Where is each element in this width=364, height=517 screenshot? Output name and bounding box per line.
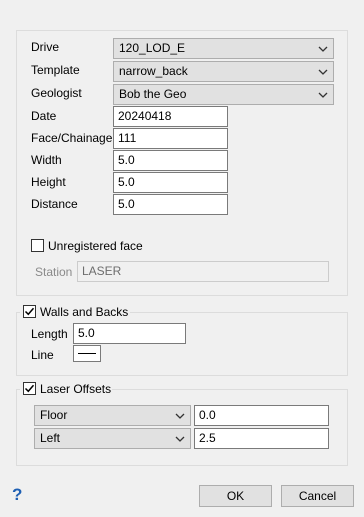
chevron-down-icon (317, 39, 329, 58)
width-label: Width (31, 153, 62, 167)
width-field[interactable]: 5.0 (113, 150, 228, 171)
length-label: Length (31, 327, 68, 341)
geologist-label: Geologist (31, 86, 82, 100)
line-style-swatch[interactable] (73, 345, 101, 362)
laser-offset-direction-select[interactable]: Left (34, 428, 191, 449)
chevron-down-icon (317, 62, 329, 81)
distance-label: Distance (31, 197, 78, 211)
laser-offsets-label: Laser Offsets (40, 382, 112, 396)
unregistered-face-checkbox[interactable] (31, 239, 44, 252)
walls-and-backs-checkbox[interactable] (23, 305, 36, 318)
laser-offset-direction-select[interactable]: Floor (34, 405, 191, 426)
face-chainage-field[interactable]: 111 (113, 128, 228, 149)
checkmark-icon (24, 307, 35, 316)
line-style-sample (78, 353, 96, 354)
distance-field[interactable]: 5.0 (113, 194, 228, 215)
geologist-value: Bob the Geo (119, 87, 187, 101)
height-field[interactable]: 5.0 (113, 172, 228, 193)
line-label: Line (31, 348, 54, 362)
ok-button[interactable]: OK (199, 485, 272, 507)
unregistered-face-label: Unregistered face (48, 239, 143, 253)
chevron-down-icon (174, 406, 186, 425)
station-field[interactable]: LASER (77, 261, 329, 282)
cancel-button[interactable]: Cancel (281, 485, 354, 507)
face-chainage-label: Face/Chainage (31, 131, 113, 145)
walls-and-backs-group (16, 312, 348, 376)
laser-offset-direction-value: Left (40, 431, 61, 445)
template-value: narrow_back (119, 64, 188, 78)
laser-offset-value-field[interactable]: 2.5 (194, 428, 329, 449)
walls-and-backs-label: Walls and Backs (40, 305, 129, 319)
template-select[interactable]: narrow_back (113, 61, 334, 82)
checkmark-icon (24, 384, 35, 393)
laser-offsets-checkbox[interactable] (23, 382, 36, 395)
drive-select[interactable]: 120_LOD_E (113, 38, 334, 59)
template-label: Template (31, 63, 80, 77)
laser-offset-direction-value: Floor (40, 408, 68, 422)
geologist-select[interactable]: Bob the Geo (113, 84, 334, 105)
chevron-down-icon (317, 85, 329, 104)
height-label: Height (31, 175, 66, 189)
laser-offset-value-field[interactable]: 0.0 (194, 405, 329, 426)
help-icon[interactable]: ? (12, 486, 22, 504)
drive-label: Drive (31, 40, 60, 54)
length-field[interactable]: 5.0 (73, 323, 186, 344)
chevron-down-icon (174, 429, 186, 448)
station-label: Station (35, 265, 73, 279)
date-field[interactable]: 20240418 (113, 106, 228, 127)
date-label: Date (31, 109, 57, 123)
drive-value: 120_LOD_E (119, 41, 186, 55)
